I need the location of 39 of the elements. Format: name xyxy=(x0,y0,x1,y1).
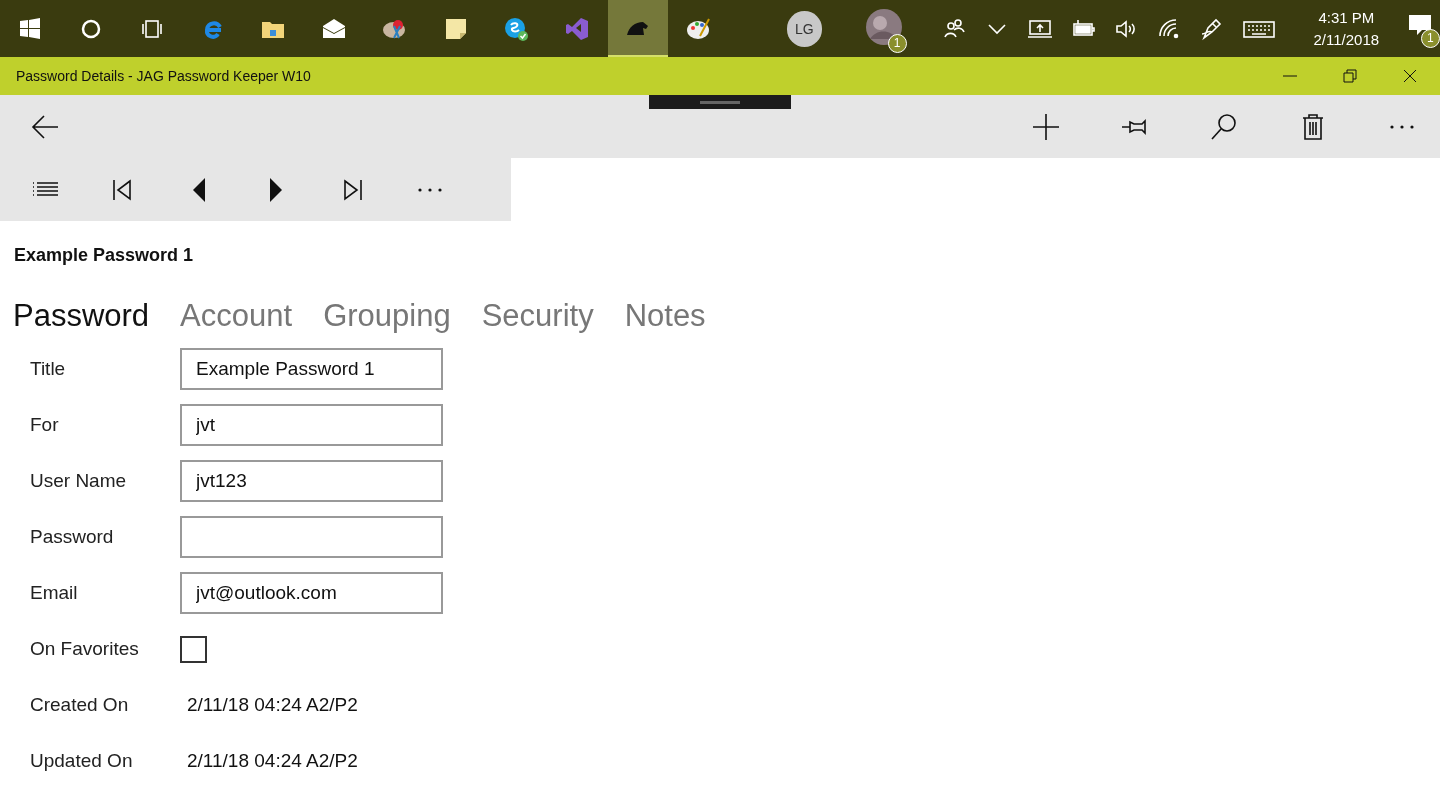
tab[interactable]: Account xyxy=(180,296,293,336)
field-label: Title xyxy=(30,356,67,381)
badge: 1 xyxy=(1420,28,1440,48)
input-field[interactable] xyxy=(180,516,443,558)
plus-icon xyxy=(1030,111,1061,142)
tab[interactable]: Security xyxy=(481,296,594,336)
restore-icon xyxy=(1343,69,1357,83)
input-field[interactable]: jvt xyxy=(180,404,443,446)
field-label: Updated On xyxy=(30,748,134,773)
clock-time: 4:31 PM xyxy=(1318,7,1375,28)
input-field[interactable]: Example Password 1 xyxy=(180,348,443,390)
field-label: Password xyxy=(30,524,115,549)
close-icon xyxy=(1403,69,1417,83)
minimize-icon xyxy=(1283,75,1297,77)
checkbox[interactable] xyxy=(180,635,207,663)
input-field[interactable]: jvt123 xyxy=(180,460,443,502)
more-icon xyxy=(417,187,442,192)
drag-handle[interactable] xyxy=(649,95,791,109)
record-heading: Example Password 1 xyxy=(14,244,195,267)
tab[interactable]: Grouping xyxy=(323,296,451,336)
user-avatar[interactable]: LG xyxy=(786,10,822,47)
clock-date: 2/11/2018 xyxy=(1313,29,1380,50)
field-label: For xyxy=(30,412,60,437)
field-label: On Favorites xyxy=(30,636,140,661)
field-label: Email xyxy=(30,580,79,605)
window-title: Password Details - JAG Password Keeper W10 xyxy=(16,66,311,86)
avatar-photo[interactable] xyxy=(865,8,902,45)
chat-app-icon xyxy=(503,15,530,42)
taskbar-button[interactable] xyxy=(607,0,669,57)
tab[interactable]: Notes xyxy=(624,296,706,336)
input-field[interactable]: jvt@outlook.com xyxy=(180,572,443,614)
field-label: Created On xyxy=(30,692,130,717)
field-label: User Name xyxy=(30,468,128,493)
infinity-icon xyxy=(564,15,591,42)
tab[interactable]: Password xyxy=(13,296,150,336)
search-icon xyxy=(1208,111,1239,142)
more-icon xyxy=(1389,124,1414,129)
field-value: 2/11/18 04:24 A2/P2 xyxy=(187,692,358,717)
field-value: 2/11/18 04:24 A2/P2 xyxy=(187,748,358,773)
